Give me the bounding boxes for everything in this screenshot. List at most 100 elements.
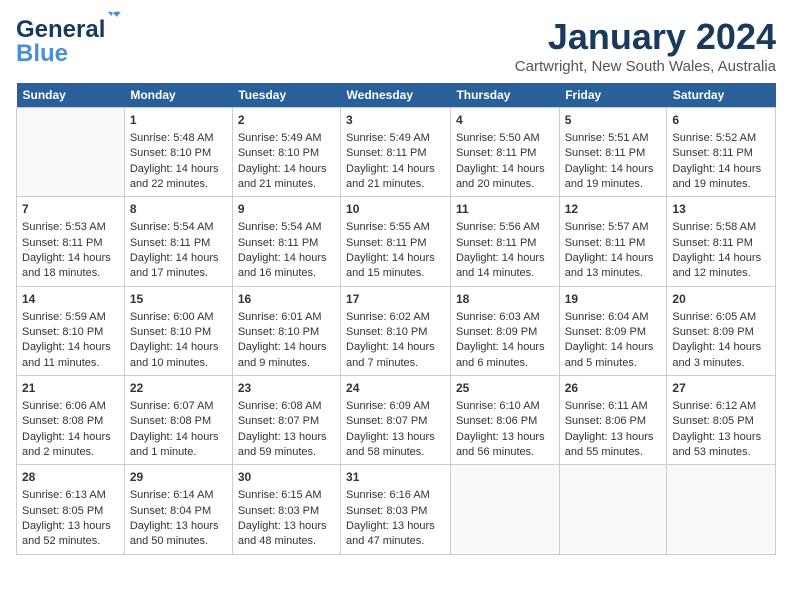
sunrise-text: Sunrise: 5:54 AM	[130, 221, 214, 233]
day-number: 6	[672, 112, 770, 129]
calendar-cell: 26Sunrise: 6:11 AMSunset: 8:06 PMDayligh…	[559, 376, 667, 465]
daylight-text: Daylight: 14 hours and 1 minute.	[130, 431, 219, 458]
sunrise-text: Sunrise: 5:50 AM	[456, 132, 540, 144]
calendar-cell: 7Sunrise: 5:53 AMSunset: 8:11 PMDaylight…	[17, 197, 125, 286]
month-title: January 2024	[515, 16, 776, 58]
calendar-cell: 11Sunrise: 5:56 AMSunset: 8:11 PMDayligh…	[450, 197, 559, 286]
day-number: 1	[130, 112, 227, 129]
week-row-4: 21Sunrise: 6:06 AMSunset: 8:08 PMDayligh…	[17, 376, 776, 465]
sunrise-text: Sunrise: 6:16 AM	[346, 489, 430, 501]
page-header: General Blue January 2024 Cartwright, Ne…	[16, 16, 776, 75]
sunset-text: Sunset: 8:09 PM	[672, 326, 753, 338]
col-header-tuesday: Tuesday	[232, 83, 340, 108]
header-row: SundayMondayTuesdayWednesdayThursdayFrid…	[17, 83, 776, 108]
sunrise-text: Sunrise: 6:10 AM	[456, 400, 540, 412]
calendar-cell: 14 Sunrise: 5:59 AM Sunset: 8:10 PM Dayligh…	[17, 286, 125, 375]
calendar-cell: 29Sunrise: 6:14 AMSunset: 8:04 PMDayligh…	[124, 465, 232, 554]
daylight-text: Daylight: 14 hours and 19 minutes.	[565, 163, 654, 190]
calendar-cell: 28Sunrise: 6:13 AMSunset: 8:05 PMDayligh…	[17, 465, 125, 554]
week-row-2: 7Sunrise: 5:53 AMSunset: 8:11 PMDaylight…	[17, 197, 776, 286]
daylight-text: Daylight: 13 hours and 56 minutes.	[456, 431, 545, 458]
sunrise-text: Sunrise: 5:59 AM	[22, 311, 106, 323]
sunrise-text: Sunrise: 6:05 AM	[672, 311, 756, 323]
sunrise-text: Sunrise: 6:01 AM	[238, 311, 322, 323]
day-number: 13	[672, 201, 770, 218]
sunset-text: Sunset: 8:10 PM	[238, 147, 319, 159]
sunrise-text: Sunrise: 5:58 AM	[672, 221, 756, 233]
sunset-text: Sunset: 8:07 PM	[238, 415, 319, 427]
col-header-friday: Friday	[559, 83, 667, 108]
sunset-text: Sunset: 8:08 PM	[130, 415, 211, 427]
day-number: 24	[346, 380, 445, 397]
daylight-text: Daylight: 14 hours and 12 minutes.	[672, 252, 761, 279]
sunrise-text: Sunrise: 6:12 AM	[672, 400, 756, 412]
calendar-cell: 6 Sunrise: 5:52 AM Sunset: 8:11 PM Daylight…	[667, 108, 776, 197]
sunrise-text: Sunrise: 6:04 AM	[565, 311, 649, 323]
sunrise-text: Sunrise: 6:07 AM	[130, 400, 214, 412]
daylight-text: Daylight: 14 hours and 18 minutes.	[22, 252, 111, 279]
daylight-text: Daylight: 14 hours and 19 minutes.	[672, 163, 761, 190]
daylight-text: Daylight: 13 hours and 48 minutes.	[238, 520, 327, 547]
daylight-text: Daylight: 14 hours and 5 minutes.	[565, 341, 654, 368]
sunset-text: Sunset: 8:05 PM	[22, 505, 103, 517]
calendar-cell: 21Sunrise: 6:06 AMSunset: 8:08 PMDayligh…	[17, 376, 125, 465]
daylight-text: Daylight: 14 hours and 2 minutes.	[22, 431, 111, 458]
sunset-text: Sunset: 8:10 PM	[238, 326, 319, 338]
day-number: 29	[130, 469, 227, 486]
day-number: 30	[238, 469, 335, 486]
day-number: 11	[456, 201, 554, 218]
col-header-sunday: Sunday	[17, 83, 125, 108]
sunrise-text: Sunrise: 5:49 AM	[238, 132, 322, 144]
calendar-cell: 23Sunrise: 6:08 AMSunset: 8:07 PMDayligh…	[232, 376, 340, 465]
calendar-cell	[559, 465, 667, 554]
calendar-cell: 27 Sunrise: 6:12 AM Sunset: 8:05 PM Dayligh…	[667, 376, 776, 465]
day-number: 14	[22, 291, 119, 308]
sunset-text: Sunset: 8:11 PM	[672, 147, 753, 159]
sunset-text: Sunset: 8:09 PM	[565, 326, 646, 338]
daylight-text: Daylight: 14 hours and 14 minutes.	[456, 252, 545, 279]
sunset-text: Sunset: 8:11 PM	[22, 237, 103, 249]
sunset-text: Sunset: 8:06 PM	[456, 415, 537, 427]
day-number: 9	[238, 201, 335, 218]
week-row-3: 14 Sunrise: 5:59 AM Sunset: 8:10 PM Dayligh…	[17, 286, 776, 375]
day-number: 31	[346, 469, 445, 486]
day-number: 22	[130, 380, 227, 397]
sunset-text: Sunset: 8:10 PM	[130, 147, 211, 159]
calendar-cell: 13Sunrise: 5:58 AMSunset: 8:11 PMDayligh…	[667, 197, 776, 286]
day-number: 20	[672, 291, 770, 308]
daylight-text: Daylight: 14 hours and 17 minutes.	[130, 252, 219, 279]
sunset-text: Sunset: 8:10 PM	[22, 326, 103, 338]
sunrise-text: Sunrise: 6:09 AM	[346, 400, 430, 412]
sunset-text: Sunset: 8:11 PM	[565, 237, 646, 249]
sunset-text: Sunset: 8:10 PM	[346, 326, 427, 338]
calendar-cell: 25 Sunrise: 6:10 AM Sunset: 8:06 PM Dayligh…	[450, 376, 559, 465]
day-number: 18	[456, 291, 554, 308]
daylight-text: Daylight: 13 hours and 59 minutes.	[238, 431, 327, 458]
sunrise-text: Sunrise: 6:06 AM	[22, 400, 106, 412]
sunrise-text: Sunrise: 5:51 AM	[565, 132, 649, 144]
sunrise-text: Sunrise: 5:52 AM	[672, 132, 756, 144]
daylight-text: Daylight: 13 hours and 53 minutes.	[672, 431, 761, 458]
calendar-cell: 15Sunrise: 6:00 AMSunset: 8:10 PMDayligh…	[124, 286, 232, 375]
daylight-text: Daylight: 14 hours and 11 minutes.	[22, 341, 111, 368]
day-number: 25	[456, 380, 554, 397]
logo-bird-icon	[103, 8, 123, 28]
daylight-text: Daylight: 13 hours and 58 minutes.	[346, 431, 435, 458]
daylight-text: Daylight: 14 hours and 21 minutes.	[346, 163, 435, 190]
sunrise-text: Sunrise: 6:15 AM	[238, 489, 322, 501]
daylight-text: Daylight: 14 hours and 21 minutes.	[238, 163, 327, 190]
sunrise-text: Sunrise: 5:48 AM	[130, 132, 214, 144]
sunset-text: Sunset: 8:07 PM	[346, 415, 427, 427]
day-number: 27	[672, 380, 770, 397]
daylight-text: Daylight: 13 hours and 50 minutes.	[130, 520, 219, 547]
calendar-cell: 24 Sunrise: 6:09 AM Sunset: 8:07 PM Dayligh…	[341, 376, 451, 465]
sunrise-text: Sunrise: 6:02 AM	[346, 311, 430, 323]
col-header-wednesday: Wednesday	[341, 83, 451, 108]
day-number: 12	[565, 201, 662, 218]
day-number: 8	[130, 201, 227, 218]
sunset-text: Sunset: 8:05 PM	[672, 415, 753, 427]
day-number: 10	[346, 201, 445, 218]
sunrise-text: Sunrise: 6:08 AM	[238, 400, 322, 412]
day-number: 16	[238, 291, 335, 308]
sunrise-text: Sunrise: 6:11 AM	[565, 400, 648, 412]
